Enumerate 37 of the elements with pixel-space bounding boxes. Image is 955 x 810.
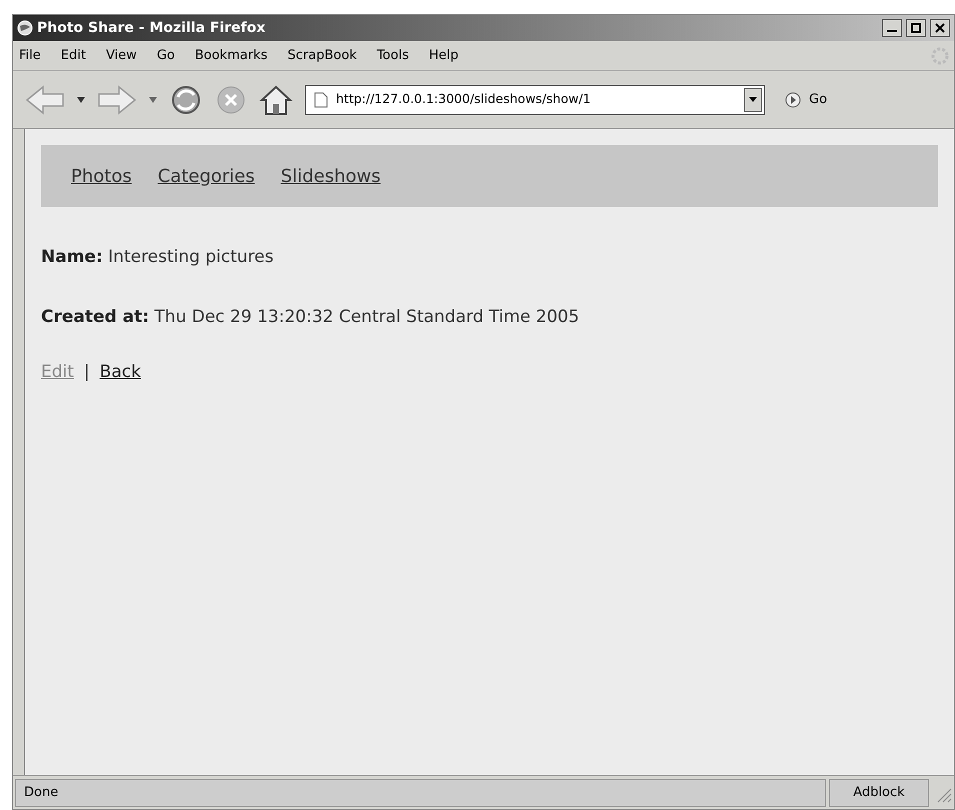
- dropdown-caret-icon[interactable]: [149, 96, 157, 102]
- minimize-icon: [887, 30, 897, 32]
- home-icon[interactable]: [259, 84, 293, 116]
- address-field[interactable]: http://127.0.0.1:3000/slideshows/show/1: [305, 84, 765, 114]
- menu-item[interactable]: Tools: [374, 46, 411, 66]
- dropdown-caret-icon[interactable]: [77, 96, 85, 102]
- url-text: http://127.0.0.1:3000/slideshows/show/1: [336, 90, 592, 108]
- menu-item[interactable]: Go: [154, 46, 177, 66]
- nav-link[interactable]: Photos: [71, 162, 132, 190]
- action-link[interactable]: Back: [100, 360, 141, 386]
- caret-icon: [749, 97, 757, 102]
- maximize-icon: [911, 23, 921, 33]
- page-icon: [314, 92, 328, 108]
- throbber-icon: [930, 46, 950, 66]
- globe-icon: [17, 20, 33, 36]
- nav-link[interactable]: Slideshows: [280, 162, 381, 190]
- close-button[interactable]: [930, 19, 950, 37]
- adblock-panel[interactable]: Adblock: [829, 778, 929, 806]
- field-text: Created at: Thu Dec 29 13:20:32 Central Standard Time 2005: [41, 306, 580, 328]
- menu-item[interactable]: Help: [426, 46, 460, 66]
- minimize-button[interactable]: [882, 19, 902, 37]
- separator-text: |: [84, 361, 90, 384]
- maximize-button[interactable]: [906, 19, 926, 37]
- close-icon: [935, 23, 945, 33]
- field-text: Name: Interesting pictures: [41, 246, 275, 269]
- menu-item[interactable]: Edit: [58, 46, 88, 66]
- dropdown-button[interactable]: [744, 88, 762, 112]
- window-title: Photo Share - Mozilla Firefox: [37, 18, 266, 38]
- menu-item[interactable]: File: [17, 46, 43, 66]
- stop-icon[interactable]: [215, 84, 247, 116]
- menu-item[interactable]: Bookmarks: [192, 46, 270, 66]
- status-text: Done: [15, 778, 826, 806]
- menu-item[interactable]: View: [104, 46, 139, 66]
- nav-link[interactable]: Categories: [158, 162, 255, 190]
- menu-item[interactable]: ScrapBook: [285, 46, 359, 66]
- play-icon: [785, 92, 801, 108]
- go-button[interactable]: Go: [785, 90, 828, 110]
